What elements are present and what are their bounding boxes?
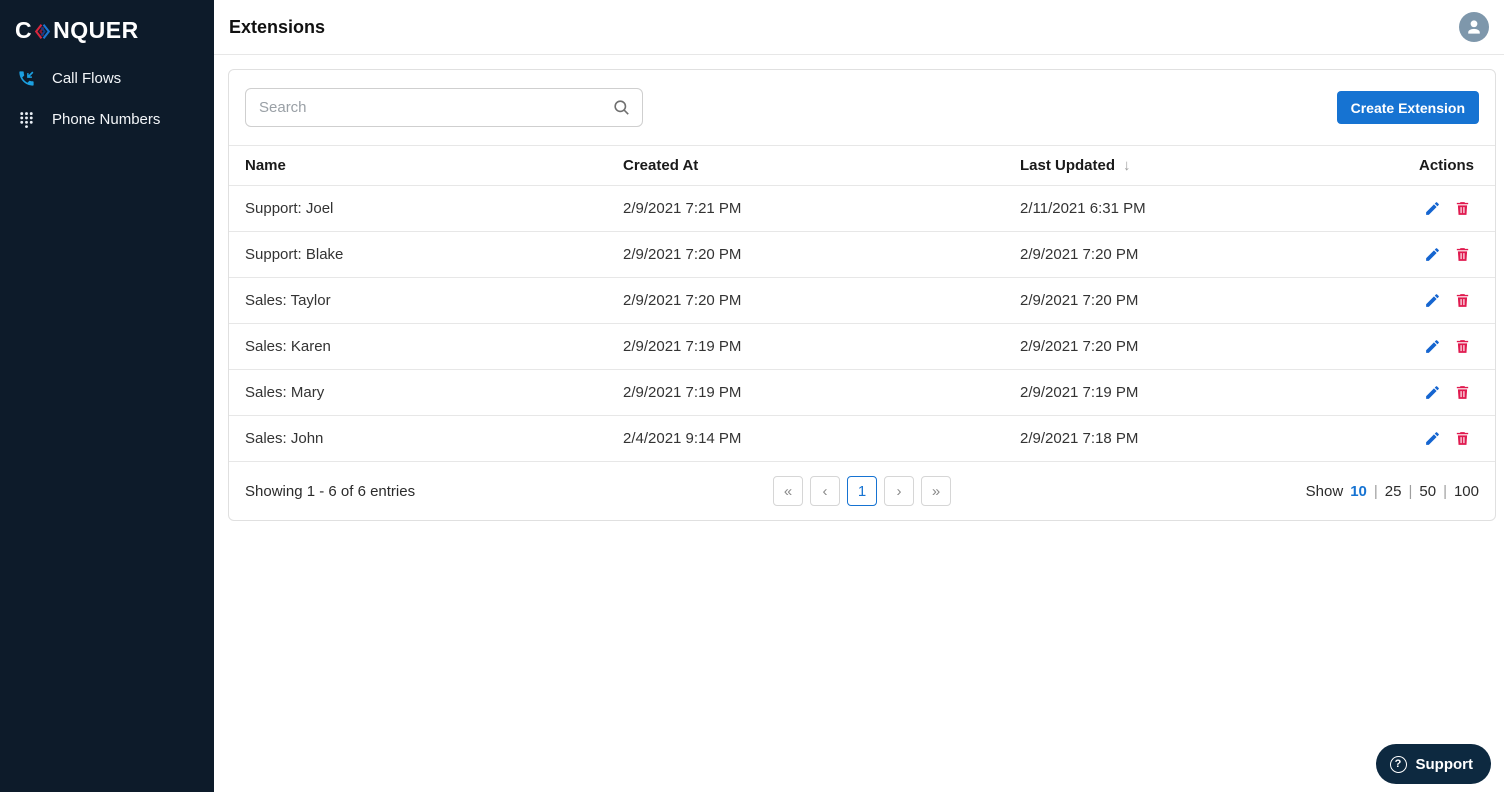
table-row: Support: Joel 2/9/2021 7:21 PM 2/11/2021… bbox=[229, 185, 1495, 231]
column-header-created-at[interactable]: Created At bbox=[623, 157, 1020, 174]
delete-button[interactable] bbox=[1454, 246, 1471, 263]
delete-button[interactable] bbox=[1454, 200, 1471, 217]
sidebar-item-label: Call Flows bbox=[52, 70, 122, 87]
person-icon bbox=[1468, 20, 1480, 34]
edit-button[interactable] bbox=[1424, 246, 1441, 263]
page-size-selector: Show 10 | 25 | 50 | 100 bbox=[1306, 483, 1479, 500]
created-at-value: 2/9/2021 7:20 PM bbox=[623, 292, 742, 309]
main-area: Extensions Create Exten bbox=[214, 0, 1504, 792]
extension-name: Sales: John bbox=[245, 430, 324, 447]
column-header-last-updated[interactable]: Last Updated ↓ bbox=[1020, 157, 1375, 174]
search-input[interactable] bbox=[245, 88, 643, 127]
pagination: « ‹ 1 › » bbox=[773, 476, 951, 506]
row-actions bbox=[1375, 338, 1495, 355]
sidebar-item-label: Phone Numbers bbox=[52, 111, 161, 128]
create-extension-button[interactable]: Create Extension bbox=[1336, 91, 1479, 124]
created-at-value: 2/9/2021 7:19 PM bbox=[623, 338, 742, 355]
brand-logo: C NQUER bbox=[0, 0, 214, 58]
table-header: Name Created At Last Updated ↓ Actions bbox=[229, 145, 1495, 185]
current-page-button[interactable]: 1 bbox=[847, 476, 877, 506]
edit-button[interactable] bbox=[1424, 384, 1441, 401]
table-footer: Showing 1 - 6 of 6 entries « ‹ 1 › » Sho… bbox=[229, 461, 1495, 520]
delete-button[interactable] bbox=[1454, 338, 1471, 355]
extension-name: Sales: Mary bbox=[245, 384, 325, 401]
call-incoming-icon bbox=[16, 69, 36, 88]
created-at-value: 2/9/2021 7:19 PM bbox=[623, 384, 742, 401]
last-updated-value: 2/9/2021 7:20 PM bbox=[1020, 292, 1139, 309]
sort-descending-icon: ↓ bbox=[1123, 157, 1131, 174]
delete-button[interactable] bbox=[1454, 292, 1471, 309]
created-at-value: 2/9/2021 7:20 PM bbox=[623, 246, 742, 263]
top-header: Extensions bbox=[214, 0, 1504, 55]
page-size-option-25[interactable]: 25 bbox=[1385, 483, 1402, 500]
last-updated-value: 2/9/2021 7:18 PM bbox=[1020, 430, 1139, 447]
brand-o-icon bbox=[33, 22, 52, 41]
delete-button[interactable] bbox=[1454, 384, 1471, 401]
extensions-card: Create Extension Name Created At Last Up… bbox=[228, 69, 1496, 521]
search-wrap bbox=[245, 88, 643, 127]
table-row: Sales: Karen 2/9/2021 7:19 PM 2/9/2021 7… bbox=[229, 323, 1495, 369]
first-page-button[interactable]: « bbox=[773, 476, 803, 506]
user-avatar[interactable] bbox=[1459, 12, 1489, 42]
page-size-option-100[interactable]: 100 bbox=[1454, 483, 1479, 500]
row-actions bbox=[1375, 384, 1495, 401]
sidebar-item-phone-numbers[interactable]: Phone Numbers bbox=[0, 99, 214, 140]
row-actions bbox=[1375, 292, 1495, 309]
row-actions bbox=[1375, 246, 1495, 263]
sidebar: C NQUER Call Flows Phone Numbers bbox=[0, 0, 214, 792]
extension-name: Support: Blake bbox=[245, 246, 344, 263]
page-title: Extensions bbox=[229, 16, 326, 37]
app-root: C NQUER Call Flows Phone Numbers Extensi… bbox=[0, 0, 1504, 792]
delete-button[interactable] bbox=[1454, 430, 1471, 447]
created-at-value: 2/4/2021 9:14 PM bbox=[623, 430, 742, 447]
support-button[interactable]: ? Support bbox=[1375, 744, 1491, 784]
column-header-last-updated-label: Last Updated bbox=[1020, 157, 1116, 174]
page-size-label: Show bbox=[1305, 482, 1344, 500]
last-updated-value: 2/9/2021 7:20 PM bbox=[1020, 246, 1139, 263]
next-page-button[interactable]: › bbox=[884, 476, 914, 506]
page-size-separator: | bbox=[1408, 482, 1413, 500]
last-updated-value: 2/9/2021 7:19 PM bbox=[1020, 384, 1139, 401]
previous-page-button[interactable]: ‹ bbox=[810, 476, 840, 506]
support-button-label: Support bbox=[1415, 755, 1474, 773]
row-actions bbox=[1375, 430, 1495, 447]
last-page-button[interactable]: » bbox=[921, 476, 951, 506]
table-row: Sales: Taylor 2/9/2021 7:20 PM 2/9/2021 … bbox=[229, 277, 1495, 323]
last-updated-value: 2/11/2021 6:31 PM bbox=[1020, 200, 1146, 217]
edit-button[interactable] bbox=[1424, 200, 1441, 217]
search-icon[interactable] bbox=[612, 98, 631, 122]
page-size-separator: | bbox=[1443, 482, 1447, 500]
extension-name: Sales: Taylor bbox=[245, 292, 331, 309]
table-row: Sales: Mary 2/9/2021 7:19 PM 2/9/2021 7:… bbox=[229, 369, 1495, 415]
extension-name: Sales: Karen bbox=[245, 338, 331, 355]
help-question-icon: ? bbox=[1389, 755, 1407, 773]
edit-button[interactable] bbox=[1424, 338, 1441, 355]
column-header-actions: Actions bbox=[1418, 157, 1474, 174]
page-size-option-50[interactable]: 50 bbox=[1419, 483, 1436, 500]
row-actions bbox=[1375, 200, 1495, 217]
table-row: Support: Blake 2/9/2021 7:20 PM 2/9/2021… bbox=[229, 231, 1495, 277]
column-header-name[interactable]: Name bbox=[229, 157, 623, 174]
dialpad-icon bbox=[16, 110, 36, 129]
table-row: Sales: John 2/4/2021 9:14 PM 2/9/2021 7:… bbox=[229, 415, 1495, 461]
brand-text-right: NQUER bbox=[53, 17, 139, 43]
edit-button[interactable] bbox=[1424, 430, 1441, 447]
brand-text-left: C bbox=[15, 17, 33, 43]
extension-name: Support: Joel bbox=[245, 200, 334, 217]
last-updated-value: 2/9/2021 7:20 PM bbox=[1020, 338, 1139, 355]
page-size-option-10[interactable]: 10 bbox=[1350, 483, 1367, 500]
card-toolbar: Create Extension bbox=[229, 70, 1495, 145]
edit-button[interactable] bbox=[1424, 292, 1441, 309]
created-at-value: 2/9/2021 7:21 PM bbox=[623, 200, 742, 217]
showing-entries-text: Showing 1 - 6 of 6 entries bbox=[245, 482, 416, 500]
page-size-separator: | bbox=[1373, 482, 1378, 500]
sidebar-item-call-flows[interactable]: Call Flows bbox=[0, 58, 214, 99]
